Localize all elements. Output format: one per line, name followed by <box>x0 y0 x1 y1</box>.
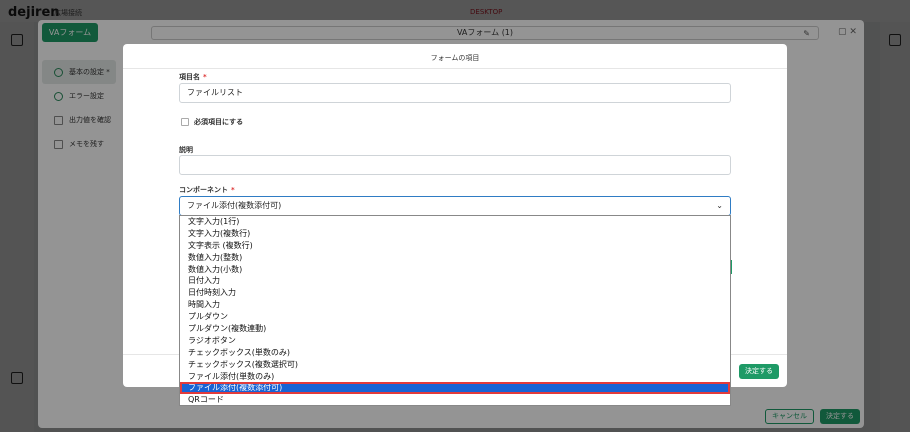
component-select[interactable]: ファイル添付(複数添付可) ⌄ <box>179 196 731 216</box>
dropdown-option[interactable]: ラジオボタン <box>180 335 730 347</box>
dropdown-option[interactable]: 日付入力 <box>180 275 730 287</box>
description-label: 説明 <box>179 146 193 154</box>
inner-modal-footer: 決定する <box>739 364 779 379</box>
inner-modal-title: フォームの項目 <box>430 54 480 62</box>
dropdown-option[interactable]: プルダウン <box>180 311 730 323</box>
dropdown-option[interactable]: チェックボックス(単数のみ) <box>180 347 730 359</box>
required-mark: * <box>231 186 235 194</box>
dropdown-option[interactable]: プルダウン(複数連動) <box>180 323 730 335</box>
dropdown-option[interactable]: ファイル添付(複数添付可) <box>180 382 730 395</box>
required-checkbox-label: 必須項目にする <box>194 118 244 126</box>
item-name-label: 項目名 * <box>179 73 207 81</box>
dropdown-option[interactable]: 文字表示 (複数行) <box>180 240 730 252</box>
dropdown-option[interactable]: 文字入力(1行) <box>180 216 730 228</box>
confirm-button[interactable]: 決定する <box>739 364 779 379</box>
dropdown-option[interactable]: 数値入力(小数) <box>180 264 730 276</box>
dropdown-option[interactable]: ファイル添付(単数のみ) <box>180 371 730 383</box>
item-name-input[interactable]: ファイルリスト <box>179 83 731 103</box>
dropdown-option[interactable]: 時間入力 <box>180 299 730 311</box>
description-input[interactable] <box>179 155 731 175</box>
component-dropdown-list: 文字入力(1行) 文字入力(複数行) 文字表示 (複数行) 数値入力(整数) 数値入力(… <box>179 215 731 406</box>
required-checkbox[interactable]: 必須項目にする <box>181 117 243 127</box>
component-select-value: ファイル添付(複数添付可) <box>187 201 282 210</box>
dropdown-option[interactable]: チェックボックス(複数選択可) <box>180 359 730 371</box>
dropdown-option[interactable]: 文字入力(複数行) <box>180 228 730 240</box>
divider <box>123 68 787 69</box>
required-mark: * <box>203 73 207 81</box>
checkbox-box[interactable] <box>181 118 189 126</box>
dropdown-option[interactable]: 数値入力(整数) <box>180 252 730 264</box>
component-label: コンポーネント * <box>179 186 235 194</box>
dropdown-option[interactable]: 日付時刻入力 <box>180 287 730 299</box>
chevron-down-icon: ⌄ <box>716 201 723 210</box>
dropdown-option[interactable]: QRコード <box>180 394 730 406</box>
